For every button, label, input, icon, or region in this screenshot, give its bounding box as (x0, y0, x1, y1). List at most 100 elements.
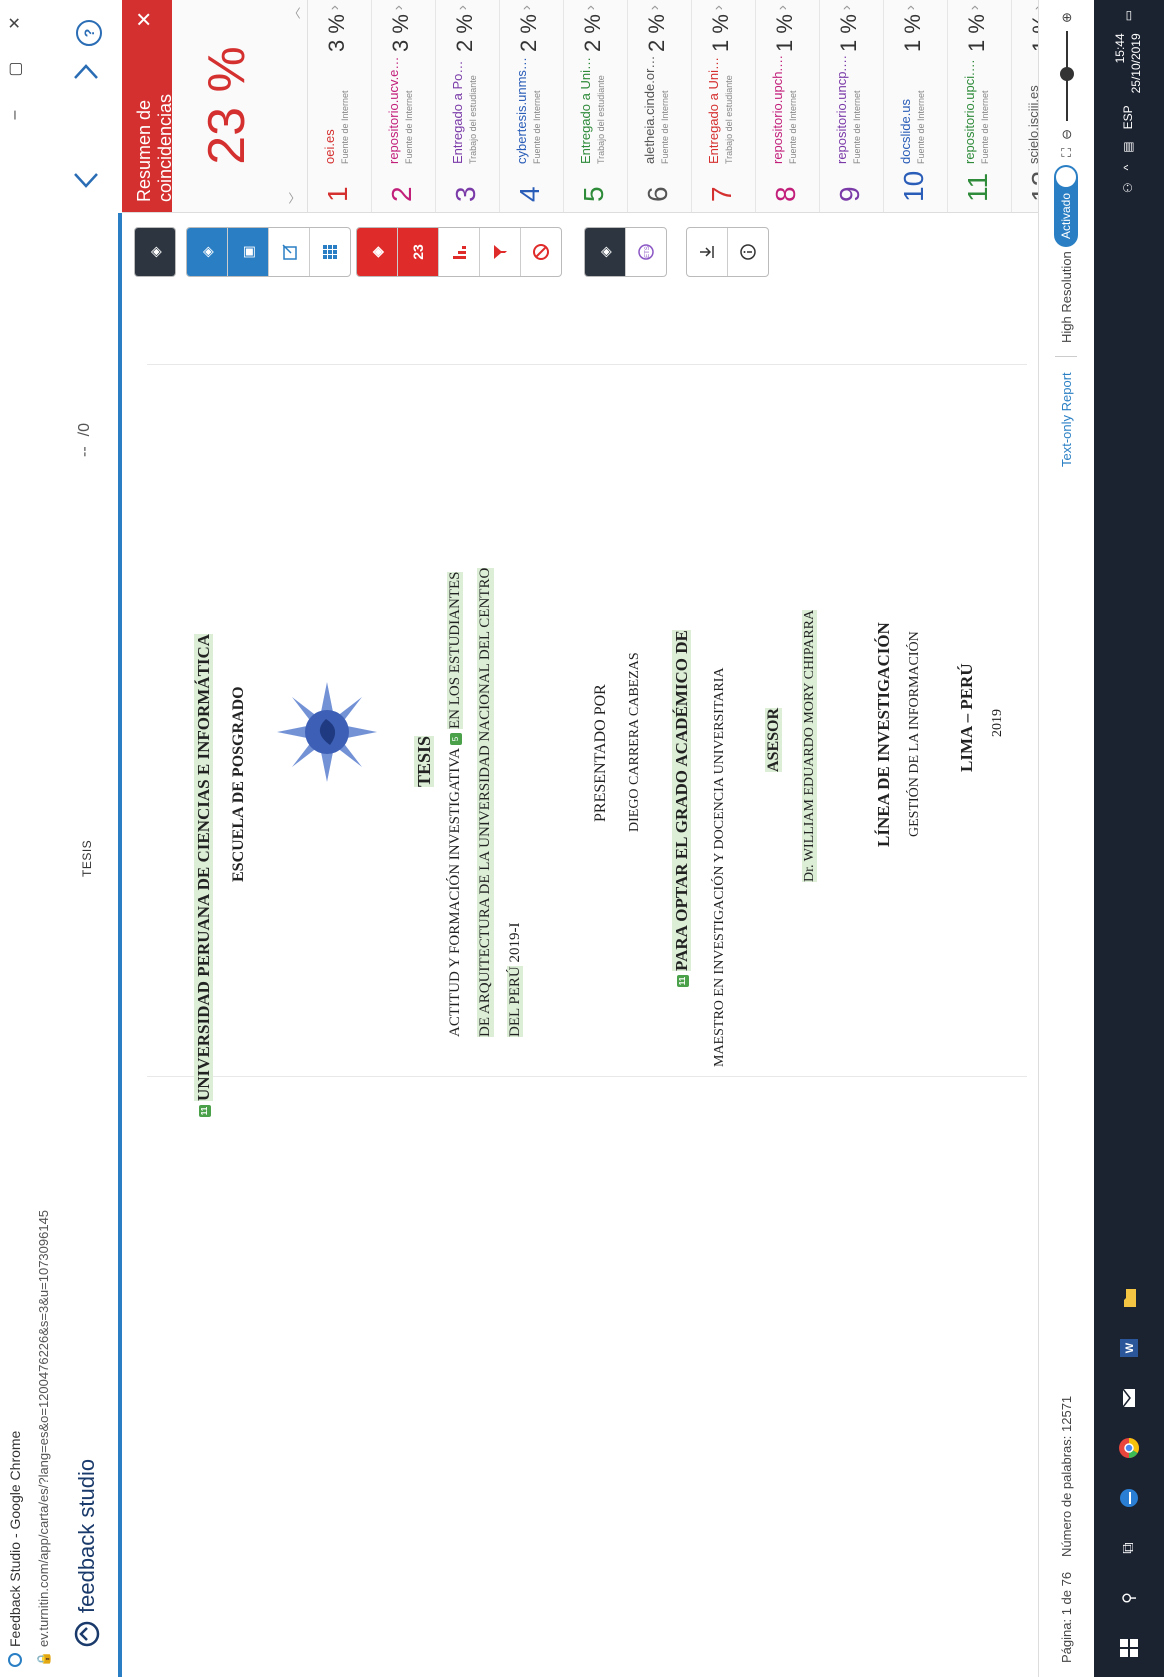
match-percent: 1 % (708, 14, 733, 52)
people-icon[interactable]: ⚇ (1121, 182, 1135, 193)
match-item[interactable]: 6 aletheia.cinde.org.co Fuente de Internet… (628, 0, 692, 212)
chevron-right-icon[interactable]: › (710, 5, 728, 10)
chevron-down-icon[interactable]: ﹀ (286, 192, 303, 204)
mail-icon[interactable] (1114, 1383, 1144, 1413)
all-sources-button[interactable] (438, 228, 479, 276)
chevron-right-icon[interactable]: › (518, 5, 536, 10)
windows-start-icon[interactable] (1114, 1633, 1144, 1663)
fullscreen-icon[interactable]: ⛶ (1059, 148, 1075, 157)
download-button[interactable] (687, 228, 727, 276)
apps-icon (323, 245, 337, 259)
chevron-right-icon[interactable]: › (454, 5, 472, 10)
high-resolution-toggle[interactable]: Activado (1054, 165, 1078, 247)
word-app-icon: W (1120, 1339, 1138, 1357)
presented-by-label: PRESENTADO POR (592, 684, 609, 822)
chevron-right-icon[interactable]: › (582, 5, 600, 10)
chevron-right-icon[interactable]: › (646, 5, 664, 10)
thesis-text: TESIS (414, 735, 434, 787)
chevron-right-icon[interactable]: › (390, 5, 408, 10)
year: 2019 (990, 709, 1005, 737)
grading-layer-button[interactable]: ◈ (187, 228, 227, 276)
search-icon[interactable]: ⚲ (1114, 1583, 1144, 1613)
close-window-button[interactable]: ✕ (0, 0, 30, 46)
screen: Feedback Studio - Google Chrome – ▢ ✕ 🔒 … (0, 0, 1164, 1677)
match-item[interactable]: 7 Entregado a Universida... Trabajo del es… (692, 0, 756, 212)
similarity-layer-button[interactable]: ◈ (357, 228, 397, 276)
zoom-slider-thumb[interactable] (1060, 66, 1074, 81)
info-button[interactable] (727, 228, 768, 276)
url-text[interactable]: ev.turnitin.com/app/carta/es/?lang=es&o=… (36, 1210, 51, 1647)
language-indicator[interactable]: ESP (1121, 105, 1135, 129)
degree-name: MAESTRO EN INVESTIGACIÓN Y DOCENCIA UNIV… (712, 667, 727, 1067)
zoom-out-icon[interactable]: ⊖ (1059, 129, 1075, 140)
university-line[interactable]: 11 UNIVERSIDAD PERUANA DE CIENCIAS E INFO… (194, 633, 214, 1117)
chrome-icon[interactable] (1114, 1433, 1144, 1463)
page-guide-left (147, 1076, 1027, 1077)
match-marker-11[interactable]: 11 (199, 1105, 212, 1117)
exclusions-button[interactable] (520, 228, 561, 276)
match-source: oei.es (322, 129, 337, 164)
text-only-report-link[interactable]: Text-only Report (1059, 372, 1074, 467)
brand[interactable]: feedback studio (74, 1459, 100, 1647)
match-item[interactable]: 2 repositorio.ucv.edu.pe Fuente de Interne… (372, 0, 436, 212)
match-item[interactable]: 4 cybertesis.unmsm.edu.... Fuente de Inter… (500, 0, 564, 212)
document-title: TESIS (80, 839, 94, 877)
etsi-button[interactable]: ETS (625, 228, 666, 276)
chevron-right-icon[interactable]: › (966, 5, 984, 10)
match-marker-5[interactable]: 5 (449, 733, 462, 746)
match-item[interactable]: 5 Entregado a Universida... Trabajo del es… (564, 0, 628, 212)
next-match-button[interactable] (68, 55, 104, 91)
etsi-layer-button[interactable]: ◈ (585, 228, 625, 276)
match-source-type: Fuente de Internet (340, 90, 350, 164)
block-icon (533, 244, 549, 260)
match-item[interactable]: 11 repositorio.upci.edu.pe Fuente de Inter… (948, 0, 1012, 212)
rubric-icon[interactable] (268, 228, 309, 276)
zoom-slider[interactable] (1060, 30, 1074, 121)
match-item[interactable]: 3 Entregado a Pontificia ... Trabajo del e… (436, 0, 500, 212)
chevron-up-tray-icon[interactable]: ^ (1121, 165, 1135, 171)
edge-icon[interactable] (1114, 1483, 1144, 1513)
match-item[interactable]: 10 docslide.us Fuente de Internet 1 % › (884, 0, 948, 212)
chevron-right-icon[interactable]: › (326, 5, 344, 10)
notifications-icon[interactable]: ▭ (1121, 10, 1135, 21)
close-icon[interactable]: ✕ (132, 11, 157, 28)
match-number: 9 (834, 186, 865, 202)
folder-icon (1124, 1289, 1136, 1307)
match-source: repositorio.upci.edu.pe (962, 54, 977, 164)
match-source: aletheia.cinde.org.co (642, 54, 657, 164)
match-item[interactable]: 9 repositorio.uncp.edu.pe Fuente de Intern… (820, 0, 884, 212)
match-percent: 1 % (772, 14, 797, 52)
match-number: 11 (962, 172, 993, 202)
maximize-button[interactable]: ▢ (0, 46, 30, 92)
clock[interactable]: 15:44 25/10/2019 (1112, 33, 1144, 93)
minimize-button[interactable]: – (0, 92, 30, 138)
bar-chart-icon (453, 246, 466, 259)
word-icon[interactable]: W (1114, 1333, 1144, 1363)
location: LIMA – PERÚ (957, 663, 976, 772)
match-item[interactable]: 8 repositorio.upch.edu.pe Fuente de Intern… (756, 0, 820, 212)
chevron-right-icon[interactable]: › (902, 5, 920, 10)
network-icon[interactable]: ▤ (1121, 141, 1135, 152)
document-viewer[interactable]: i 11UNIVERSIDAD PERUANA DE CIENCIAS E IN… (122, 154, 1038, 1677)
match-marker-11-b[interactable]: 11 (677, 975, 690, 987)
layers-button[interactable]: ◈ (135, 228, 175, 276)
toggle-knob (1056, 167, 1076, 187)
previous-match-button[interactable] (68, 161, 104, 197)
file-explorer-icon[interactable] (1114, 1283, 1144, 1313)
layers-group: ◈ (134, 227, 176, 277)
address-bar[interactable]: 🔒 ev.turnitin.com/app/carta/es/?lang=es&… (30, 0, 59, 1677)
match-item[interactable]: 1 oei.es Fuente de Internet 3 % › (308, 0, 372, 212)
page-indicator: Página: 1 de 76 (1059, 1571, 1074, 1663)
filter-button[interactable] (479, 228, 520, 276)
chevron-up-icon[interactable]: ︿ (286, 7, 303, 19)
chevron-right-icon[interactable]: › (774, 5, 792, 10)
task-view-icon[interactable]: ⧉ (1114, 1533, 1144, 1563)
app-header: feedback studio TESIS -- /0 ? (58, 0, 118, 1677)
help-icon[interactable]: ? (76, 20, 102, 46)
zoom-in-icon[interactable]: ⊕ (1059, 12, 1075, 23)
grid-icon[interactable] (309, 228, 350, 276)
chevron-right-icon[interactable]: › (838, 5, 856, 10)
clock-time: 15:44 (1113, 33, 1127, 64)
similarity-score-button[interactable]: 23 (397, 228, 438, 276)
comment-layer-button[interactable]: ▣ (227, 228, 268, 276)
